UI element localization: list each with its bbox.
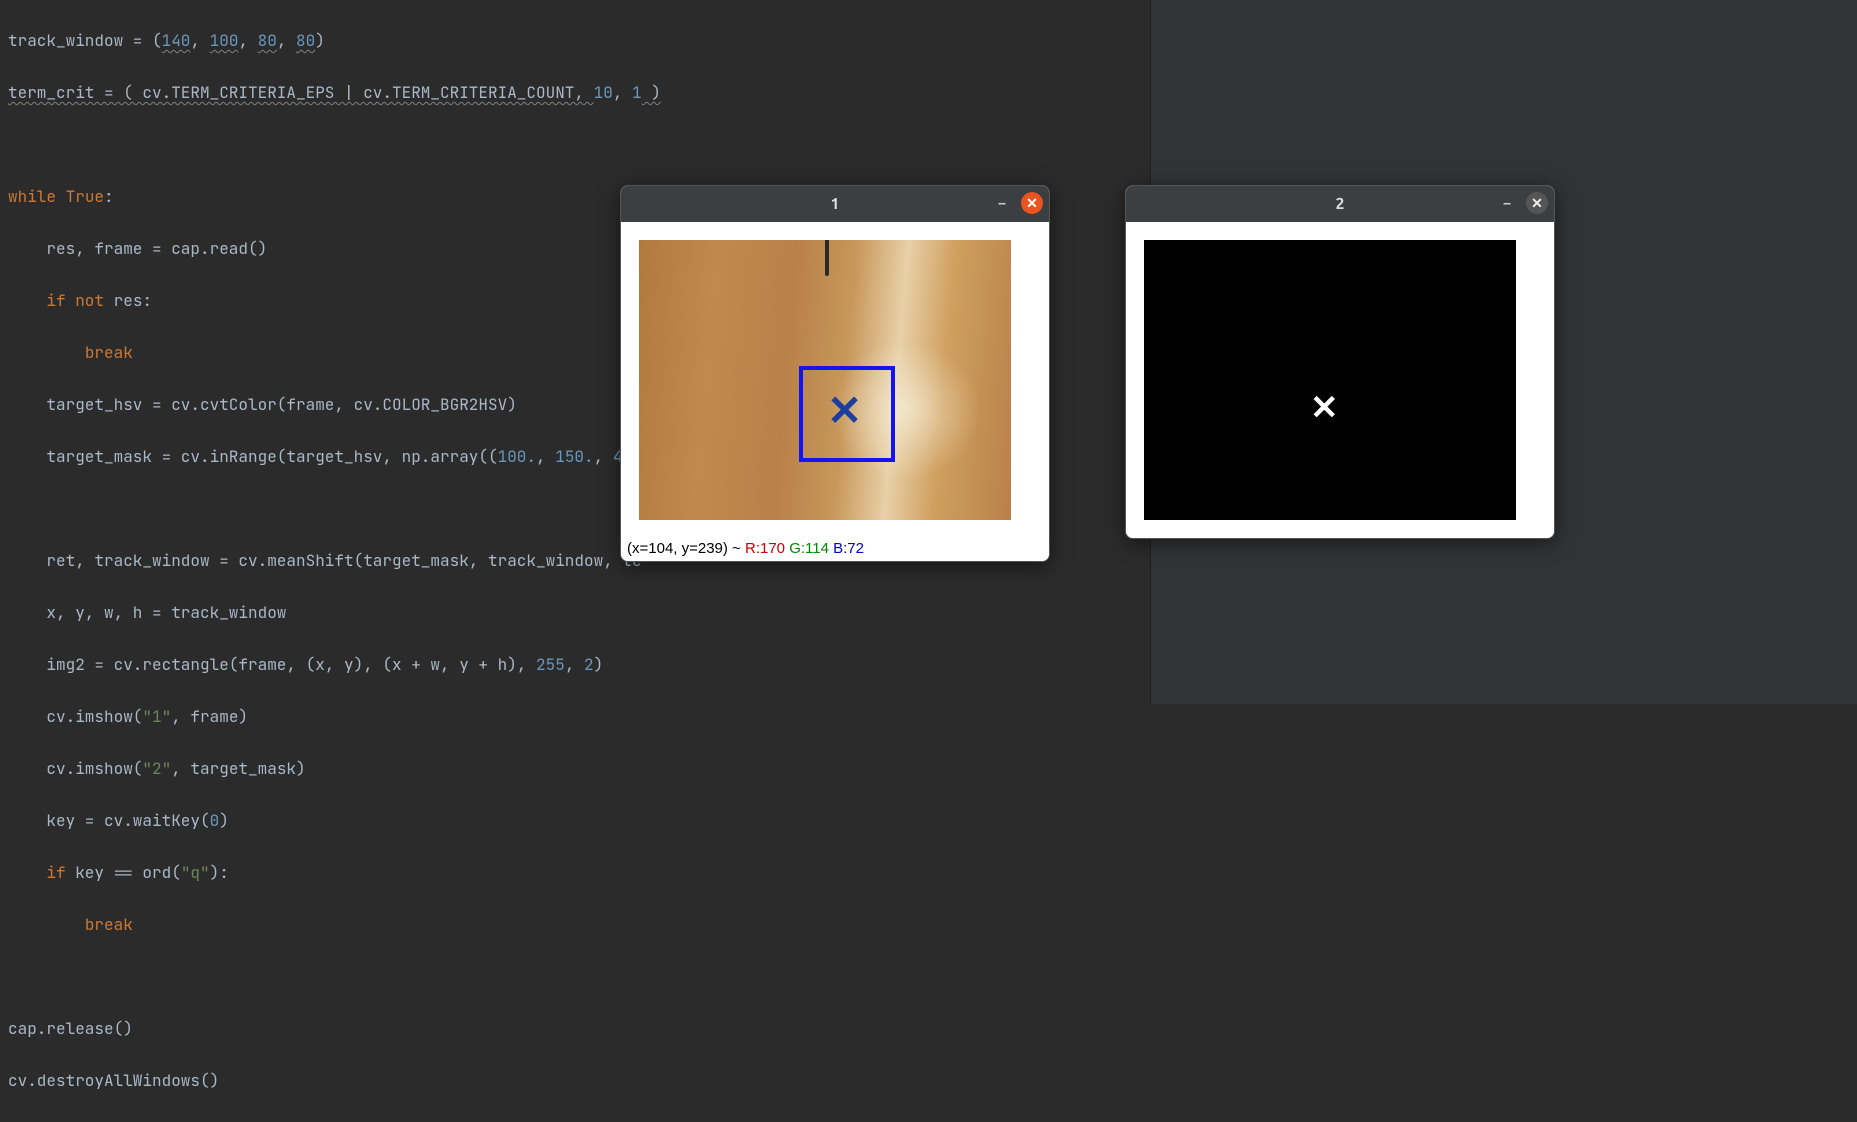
code-string: "q" <box>181 862 210 883</box>
code-text: cap.release() <box>8 1018 133 1039</box>
code-number: 150. <box>555 446 593 467</box>
close-icon[interactable]: ✕ <box>1526 192 1548 214</box>
code-string: "1" <box>142 706 171 727</box>
code-line <box>8 964 1142 990</box>
code-number: 10 <box>594 82 613 103</box>
code-text: , <box>613 82 632 103</box>
code-text: key = cv.waitKey( <box>8 810 210 831</box>
code-line: img2 = cv.rectangle(frame, (x, y), (x + … <box>8 652 1142 678</box>
code-number: 80 <box>258 30 277 51</box>
coords-label: (x=104, y=239) ~ <box>627 540 745 557</box>
code-line: key = cv.waitKey(0) <box>8 808 1142 834</box>
code-text: ) <box>642 82 661 103</box>
close-icon[interactable]: ✕ <box>1021 192 1043 214</box>
code-text: x, y, w, h = track_window <box>8 602 286 623</box>
code-text: target_mask = cv.inRange(target_hsv, np.… <box>8 446 498 467</box>
code-number: 100 <box>210 30 239 51</box>
code-number: 255 <box>536 654 565 675</box>
code-text: : <box>104 186 114 207</box>
code-text: target_hsv = cv.cvtColor(frame, cv.COLOR… <box>8 394 517 415</box>
code-text <box>8 342 85 363</box>
code-text: res: <box>104 290 152 311</box>
code-line <box>8 132 1142 158</box>
code-text: ) <box>594 654 604 675</box>
code-line: break <box>8 912 1142 938</box>
b-value: B:72 <box>833 540 864 557</box>
code-text: ) <box>219 810 229 831</box>
code-text <box>8 862 46 883</box>
code-line: term_crit = ( cv.TERM_CRITERIA_EPS | cv.… <box>8 80 1142 106</box>
code-number: 80 <box>296 30 315 51</box>
close-glyph: ✕ <box>1026 195 1038 212</box>
code-text: , target_mask) <box>171 758 305 779</box>
code-text: cv.imshow( <box>8 758 142 779</box>
code-number: 140 <box>162 30 191 51</box>
code-keyword: if not <box>46 290 104 311</box>
code-text: res, frame = cap.read() <box>8 238 267 259</box>
code-line: cap.release() <box>8 1016 1142 1042</box>
close-glyph: ✕ <box>1531 195 1543 212</box>
code-line: x, y, w, h = track_window <box>8 600 1142 626</box>
code-keyword: while <box>8 186 56 207</box>
code-keyword: break <box>85 342 133 363</box>
code-keyword: if <box>46 862 65 883</box>
code-text: ): <box>210 862 229 883</box>
code-text: , <box>277 30 296 51</box>
code-keyword: break <box>85 914 133 935</box>
code-line: cv.imshow("1", frame) <box>8 704 1142 730</box>
code-text: , <box>594 446 613 467</box>
mask-frame: ✕ <box>1144 240 1516 520</box>
code-text <box>8 290 46 311</box>
code-text: , <box>565 654 584 675</box>
code-text: term_crit = ( cv.TERM_CRITERIA_EPS | cv.… <box>8 82 594 103</box>
minimize-icon[interactable]: – <box>991 192 1013 214</box>
video-frame: ✕ <box>639 240 1011 520</box>
minimize-glyph: – <box>1504 195 1511 211</box>
code-text: , <box>238 30 257 51</box>
code-line: cv.destroyAllWindows() <box>8 1068 1142 1094</box>
target-x-mark: ✕ <box>827 386 862 435</box>
image-window-2[interactable]: 2 – ✕ ✕ <box>1125 185 1555 539</box>
mask-blob: ✕ <box>1310 388 1339 428</box>
window-title: 1 <box>830 195 839 213</box>
code-text: , <box>536 446 555 467</box>
code-text: ret, track_window = cv.meanShift(target_… <box>8 550 642 571</box>
code-text: img2 = cv.rectangle(frame, (x, y), (x + … <box>8 654 536 675</box>
code-text: cv.destroyAllWindows() <box>8 1070 219 1091</box>
titlebar[interactable]: 1 – ✕ <box>621 186 1049 222</box>
code-text: cv.imshow( <box>8 706 142 727</box>
image-window-1[interactable]: 1 – ✕ ✕ (x=104, y=239) ~ R:170 G:114 B:7… <box>620 185 1050 562</box>
r-value: R:170 <box>745 540 785 557</box>
image-canvas[interactable]: ✕ <box>1126 222 1554 538</box>
minimize-glyph: – <box>999 195 1006 211</box>
code-string: "2" <box>142 758 171 779</box>
code-keyword: True <box>56 186 104 207</box>
window-title: 2 <box>1335 195 1344 213</box>
code-text: , frame) <box>171 706 248 727</box>
code-text: ) <box>315 30 325 51</box>
image-canvas[interactable]: ✕ <box>621 222 1049 538</box>
code-line: cv.imshow("2", target_mask) <box>8 756 1142 782</box>
pixel-status-bar: (x=104, y=239) ~ R:170 G:114 B:72 <box>621 538 1049 561</box>
g-value: G:114 <box>789 540 829 557</box>
object-wire <box>825 240 829 276</box>
code-text: key == ord( <box>66 862 181 883</box>
titlebar[interactable]: 2 – ✕ <box>1126 186 1554 222</box>
code-number: 1 <box>632 82 642 103</box>
code-number: 2 <box>584 654 594 675</box>
code-line: track_window = (140, 100, 80, 80) <box>8 28 1142 54</box>
code-number: 100. <box>498 446 536 467</box>
code-text <box>8 914 85 935</box>
code-text: track_window = ( <box>8 30 162 51</box>
code-number: 0 <box>210 810 220 831</box>
code-line: if key == ord("q"): <box>8 860 1142 886</box>
code-text: , <box>190 30 209 51</box>
minimize-icon[interactable]: – <box>1496 192 1518 214</box>
